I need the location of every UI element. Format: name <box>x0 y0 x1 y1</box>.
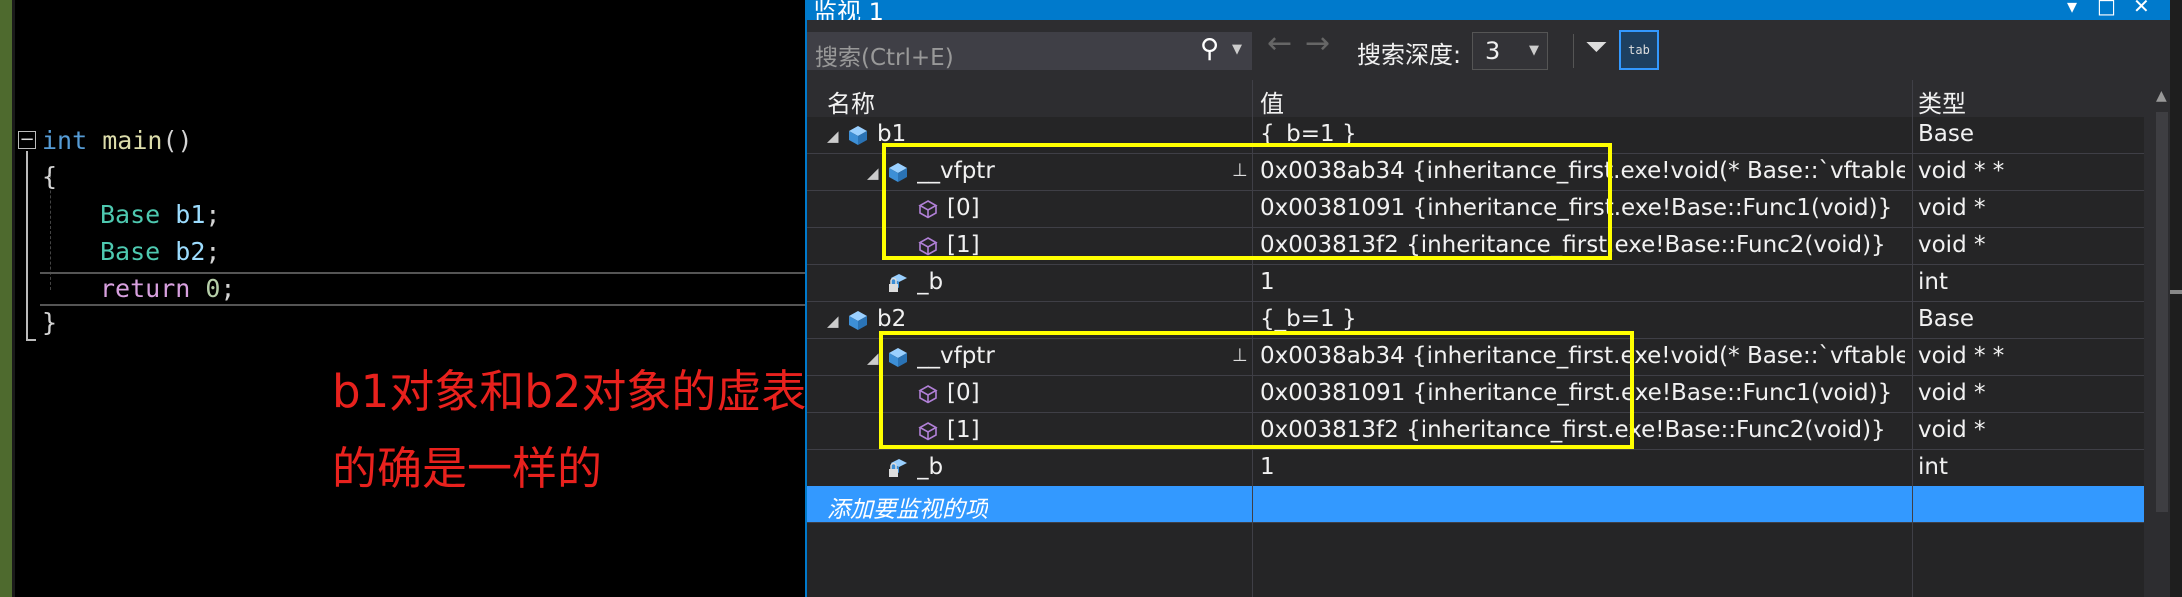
search-previous-arrow-icon[interactable]: ← <box>1267 26 1292 61</box>
watch-type-cell: void * * <box>1918 343 2005 369</box>
expand-triangle-icon[interactable]: ◢ <box>867 164 879 182</box>
watch-value-cell[interactable]: 1 <box>1260 269 1905 295</box>
toolbar-separator <box>1573 34 1574 68</box>
private-field-lock-icon <box>887 272 909 294</box>
watch-titlebar[interactable]: 监视 1 ▾ □ ✕ <box>807 0 2182 26</box>
expand-triangle-icon[interactable]: ◢ <box>827 312 839 330</box>
watch-type-cell: int <box>1918 454 1948 480</box>
window-menu-dropdown-icon[interactable]: ▾ <box>2067 0 2077 18</box>
view-tab-icon[interactable]: tab <box>1619 30 1659 70</box>
right-edge-marker <box>2170 290 2182 294</box>
scrollbar-thumb[interactable] <box>2156 112 2168 512</box>
watch-row[interactable]: _b 1 int <box>807 450 2144 487</box>
object-cube-icon <box>847 309 869 331</box>
scope-guide <box>26 151 28 341</box>
watch-name-cell: _b <box>917 269 944 295</box>
watch-value-cell[interactable]: {_b=1 } <box>1260 306 1905 332</box>
search-input[interactable]: 搜索(Ctrl+E) ⚲ ▼ <box>807 32 1252 71</box>
column-divider-type[interactable] <box>1912 80 1913 597</box>
search-placeholder: 搜索(Ctrl+E) <box>815 45 954 71</box>
add-watch-row[interactable]: 添加要监视的项 <box>807 486 2144 523</box>
search-depth-value: 3 <box>1485 37 1501 65</box>
watch-name-cell: b2 <box>877 306 907 332</box>
column-header-name[interactable]: 名称 <box>827 84 875 119</box>
search-depth-label: 搜索深度: <box>1357 41 1462 69</box>
search-options-dropdown-icon[interactable]: ▼ <box>1232 42 1242 57</box>
watch-type-cell: void * <box>1918 417 1986 443</box>
watch-value-cell[interactable]: 1 <box>1260 454 1905 480</box>
watch-type-cell: void * <box>1918 380 1986 406</box>
annotation-line-2: 的确是一样的 <box>332 442 603 495</box>
code-line-3: Base b1; <box>100 200 221 229</box>
watch-row[interactable]: _b 1 int <box>807 265 2144 302</box>
watch-window: 监视 1 ▾ □ ✕ 搜索(Ctrl+E) ⚲ ▼ ← → 搜索深度: 3 ▼ … <box>805 0 2182 597</box>
code-editor[interactable]: − int main() { Base b1; Base b2; return … <box>0 0 805 597</box>
code-line-2: { <box>42 162 58 191</box>
highlight-box-b1-vtable <box>882 143 1612 260</box>
scroll-up-arrow-icon[interactable]: ▲ <box>2156 88 2167 104</box>
expand-triangle-icon[interactable]: ◢ <box>827 127 839 145</box>
highlight-box-b2-vtable <box>879 331 1634 449</box>
add-watch-placeholder: 添加要监视的项 <box>827 497 988 523</box>
filter-icon[interactable]: ⏷ <box>1585 30 1607 64</box>
watch-grid-header: 名称 值 类型 <box>807 80 2144 119</box>
editor-margin-divider <box>12 0 15 597</box>
watch-type-cell: int <box>1918 269 1948 295</box>
search-icon[interactable]: ⚲ <box>1200 34 1219 64</box>
right-edge-panel <box>2170 0 2182 597</box>
code-line-5: return 0; <box>100 274 236 303</box>
code-line-1: int main() <box>42 126 193 155</box>
maximize-icon[interactable]: □ <box>2097 0 2116 18</box>
column-header-value[interactable]: 值 <box>1260 84 1284 119</box>
watch-type-cell: void * <box>1918 195 1986 221</box>
watch-type-cell: void * <box>1918 232 1986 258</box>
search-next-arrow-icon[interactable]: → <box>1305 26 1330 61</box>
watch-type-cell: void * * <box>1918 158 2005 184</box>
search-depth-select[interactable]: 3 ▼ <box>1472 32 1548 70</box>
editor-margin <box>0 0 12 597</box>
annotation-line-1: b1对象和b2对象的虚表 <box>332 365 805 418</box>
fold-toggle-icon[interactable]: − <box>18 131 36 149</box>
watch-type-cell: Base <box>1918 121 1975 147</box>
scope-guide-end <box>26 339 36 341</box>
expand-triangle-icon[interactable]: ◢ <box>867 349 879 367</box>
watch-type-cell: Base <box>1918 306 1975 332</box>
code-line-4: Base b2; <box>100 237 221 266</box>
close-icon[interactable]: ✕ <box>2133 0 2150 18</box>
private-field-lock-icon <box>887 457 909 479</box>
code-line-6: } <box>42 308 58 337</box>
column-header-type[interactable]: 类型 <box>1918 84 1966 119</box>
object-cube-icon <box>847 124 869 146</box>
chevron-down-icon: ▼ <box>1529 43 1539 58</box>
watch-name-cell: _b <box>917 454 944 480</box>
